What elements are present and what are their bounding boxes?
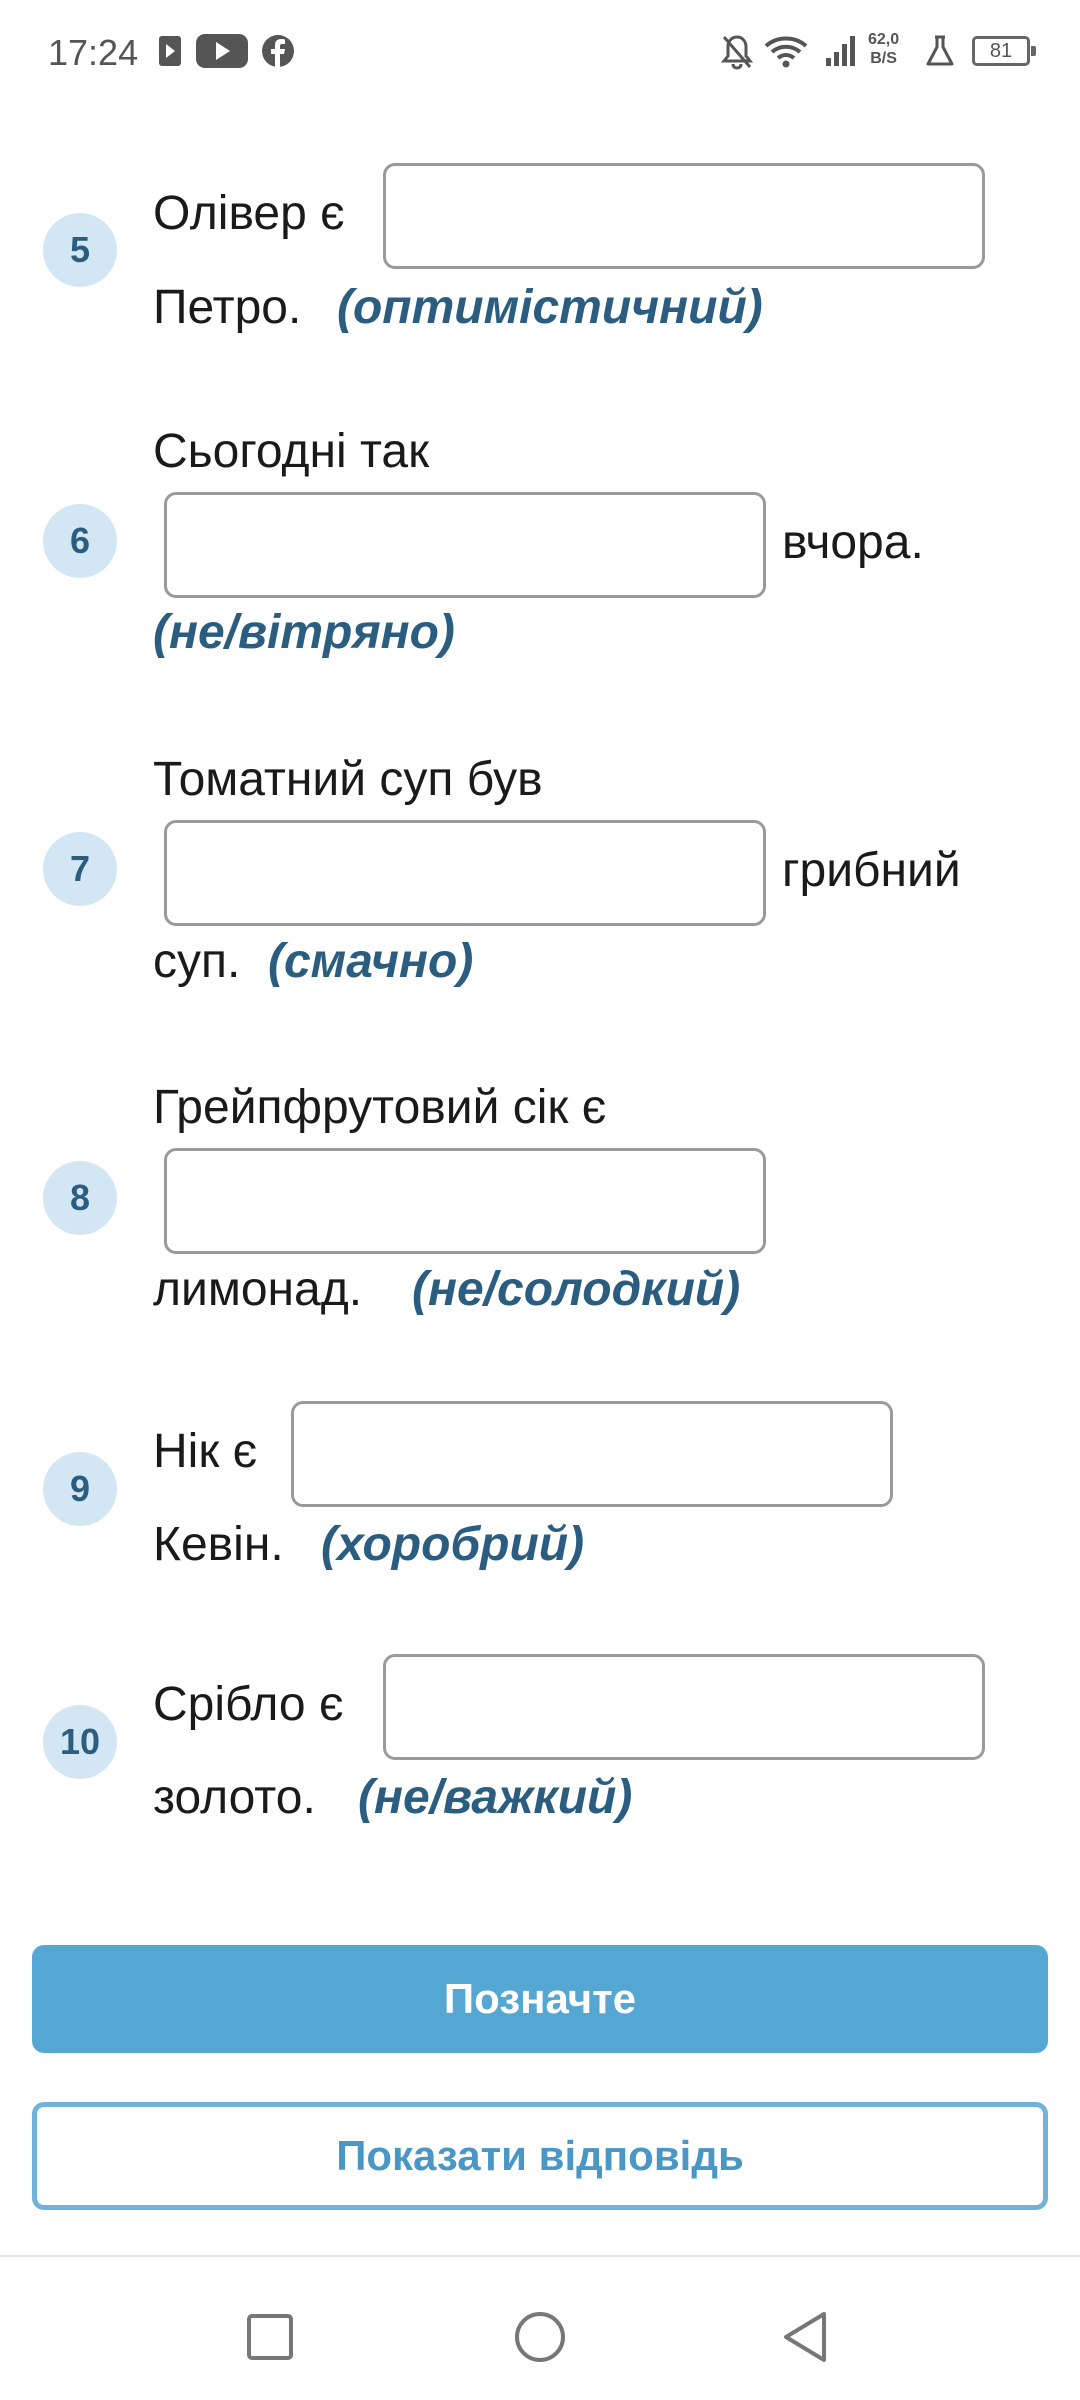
- question-number-badge: 9: [43, 1452, 117, 1526]
- facebook-icon: [261, 34, 295, 73]
- navigation-bar: [0, 2255, 1080, 2400]
- question-hint: (смачно): [268, 935, 474, 988]
- network-speed: 62,0 B/S: [868, 30, 899, 68]
- question-text-continued: суп.: [153, 935, 241, 988]
- question-number-badge: 7: [43, 832, 117, 906]
- network-speed-unit: B/S: [870, 50, 897, 67]
- status-time: 17:24: [48, 32, 139, 73]
- question-text-continued: Кевін.: [153, 1518, 284, 1571]
- answer-input-10[interactable]: [383, 1654, 985, 1760]
- question-number-badge: 8: [43, 1161, 117, 1235]
- question-hint: (оптимістичний): [337, 281, 763, 334]
- notifications-off-icon: [720, 34, 754, 75]
- recents-square-icon[interactable]: [230, 2297, 310, 2377]
- question-number-badge: 6: [43, 504, 117, 578]
- answer-input-7[interactable]: [164, 820, 766, 926]
- home-circle-icon[interactable]: [500, 2297, 580, 2377]
- question-number-badge: 10: [43, 1705, 117, 1779]
- question-text: Грейпфрутовий сік є: [153, 1081, 607, 1134]
- battery-icon: 81: [972, 36, 1036, 66]
- question-hint: (не/вітряно): [153, 606, 455, 659]
- network-speed-value: 62,0: [868, 31, 900, 48]
- question-text-continued: Петро.: [153, 281, 302, 334]
- question-text-continued: золото.: [153, 1771, 316, 1824]
- signal-icon: [824, 34, 858, 73]
- answer-input-5[interactable]: [383, 163, 985, 269]
- show-answer-button[interactable]: Показати відповідь: [32, 2102, 1048, 2210]
- answer-input-9[interactable]: [291, 1401, 893, 1507]
- question-hint: (не/солодкий): [412, 1263, 741, 1316]
- status-bar: 17:24 62,0 B/S 81: [0, 0, 1080, 110]
- lab-icon: [925, 34, 955, 73]
- question-text: Томатний суп був: [153, 753, 543, 806]
- check-button[interactable]: Позначте: [32, 1945, 1048, 2053]
- question-text-continued: вчора.: [782, 516, 924, 569]
- media-icon: [158, 34, 182, 73]
- question-text-continued: лимонад.: [153, 1263, 363, 1316]
- wifi-icon: [764, 34, 808, 73]
- question-text: Нік є: [153, 1425, 258, 1478]
- question-text: Олівер є: [153, 187, 345, 240]
- battery-level: 81: [989, 40, 1013, 62]
- question-text: Сьогодні так: [153, 425, 430, 478]
- question-hint: (хоробрий): [321, 1518, 585, 1571]
- answer-input-8[interactable]: [164, 1148, 766, 1254]
- question-text-continued: грибний: [782, 844, 961, 897]
- question-hint: (не/важкий): [358, 1771, 633, 1824]
- answer-input-6[interactable]: [164, 492, 766, 598]
- back-triangle-icon[interactable]: [766, 2297, 846, 2377]
- question-number-badge: 5: [43, 213, 117, 287]
- question-text: Срібло є: [153, 1678, 344, 1731]
- youtube-icon: [196, 32, 248, 75]
